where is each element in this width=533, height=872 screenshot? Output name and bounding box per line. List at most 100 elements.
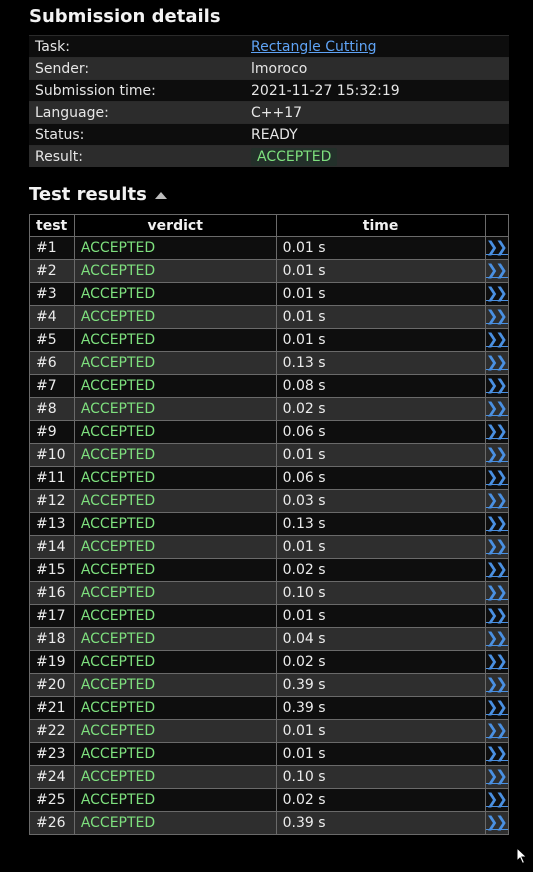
double-chevron-right-icon[interactable]: ❯❯ [485,263,508,278]
double-chevron-right-icon[interactable]: ❯❯ [485,746,508,761]
test-number: #7 [29,374,75,398]
double-chevron-right-icon[interactable]: ❯❯ [485,355,508,370]
details-label: Language: [29,101,245,124]
test-time: 0.13 s [275,512,486,536]
test-details-cell: ❯❯ [484,650,510,674]
test-row: #26 ACCEPTED 0.39 s ❯❯ [29,811,510,835]
double-chevron-right-icon[interactable]: ❯❯ [485,240,508,255]
test-row: #10 ACCEPTED 0.01 s ❯❯ [29,443,510,467]
test-row: #3 ACCEPTED 0.01 s ❯❯ [29,282,510,306]
test-number: #15 [29,558,75,582]
test-verdict: ACCEPTED [73,351,277,375]
test-row: #6 ACCEPTED 0.13 s ❯❯ [29,351,510,375]
language-value: C++17 [245,101,509,124]
test-details-cell: ❯❯ [484,604,510,628]
details-label: Result: [29,145,245,167]
test-number: #17 [29,604,75,628]
test-details-cell: ❯❯ [484,788,510,812]
test-verdict: ACCEPTED [73,673,277,697]
test-verdict: ACCEPTED [73,397,277,421]
test-verdict: ACCEPTED [73,650,277,674]
double-chevron-right-icon[interactable]: ❯❯ [485,332,508,347]
sender-value: lmoroco [245,57,509,80]
double-chevron-right-icon[interactable]: ❯❯ [485,516,508,531]
test-verdict: ACCEPTED [73,466,277,490]
test-row: #9 ACCEPTED 0.06 s ❯❯ [29,420,510,444]
test-verdict: ACCEPTED [73,581,277,605]
test-verdict: ACCEPTED [73,328,277,352]
test-verdict: ACCEPTED [73,282,277,306]
double-chevron-right-icon[interactable]: ❯❯ [485,562,508,577]
column-header-test: test [29,214,75,237]
test-number: #1 [29,236,75,260]
submission-time-value: 2021-11-27 15:32:19 [245,79,509,102]
test-time: 0.02 s [275,397,486,421]
double-chevron-right-icon[interactable]: ❯❯ [485,470,508,485]
test-verdict: ACCEPTED [73,604,277,628]
double-chevron-right-icon[interactable]: ❯❯ [485,723,508,738]
test-number: #21 [29,696,75,720]
double-chevron-right-icon[interactable]: ❯❯ [485,309,508,324]
double-chevron-right-icon[interactable]: ❯❯ [485,769,508,784]
test-details-cell: ❯❯ [484,742,510,766]
test-number: #3 [29,282,75,306]
double-chevron-right-icon[interactable]: ❯❯ [485,539,508,554]
test-results-toggle[interactable]: Test results [29,184,167,205]
details-row-result: Result: ACCEPTED [29,145,509,167]
test-time: 0.08 s [275,374,486,398]
test-details-cell: ❯❯ [484,259,510,283]
test-time: 0.02 s [275,558,486,582]
test-row: #20 ACCEPTED 0.39 s ❯❯ [29,673,510,697]
test-row: #8 ACCEPTED 0.02 s ❯❯ [29,397,510,421]
test-verdict: ACCEPTED [73,259,277,283]
test-number: #20 [29,673,75,697]
double-chevron-right-icon[interactable]: ❯❯ [485,401,508,416]
task-link[interactable]: Rectangle Cutting [251,39,376,55]
double-chevron-right-icon[interactable]: ❯❯ [485,286,508,301]
double-chevron-right-icon[interactable]: ❯❯ [485,585,508,600]
test-time: 0.39 s [275,673,486,697]
test-details-cell: ❯❯ [484,443,510,467]
caret-up-icon[interactable] [154,192,167,199]
submission-details-table: Task: Rectangle Cutting Sender: lmoroco … [29,35,509,167]
test-time: 0.01 s [275,305,486,329]
details-row-status: Status: READY [29,123,509,146]
test-verdict: ACCEPTED [73,765,277,789]
double-chevron-right-icon[interactable]: ❯❯ [485,608,508,623]
test-details-cell: ❯❯ [484,535,510,559]
test-verdict: ACCEPTED [73,512,277,536]
test-number: #19 [29,650,75,674]
test-time: 0.01 s [275,742,486,766]
test-details-cell: ❯❯ [484,328,510,352]
test-time: 0.01 s [275,443,486,467]
double-chevron-right-icon[interactable]: ❯❯ [485,815,508,830]
test-time: 0.03 s [275,489,486,513]
results-header-row: test verdict time [29,214,510,237]
double-chevron-right-icon[interactable]: ❯❯ [485,424,508,439]
test-number: #23 [29,742,75,766]
test-details-cell: ❯❯ [484,558,510,582]
test-time: 0.01 s [275,604,486,628]
test-number: #11 [29,466,75,490]
submission-details-heading: Submission details [29,6,221,27]
test-row: #4 ACCEPTED 0.01 s ❯❯ [29,305,510,329]
test-row: #5 ACCEPTED 0.01 s ❯❯ [29,328,510,352]
double-chevron-right-icon[interactable]: ❯❯ [485,677,508,692]
test-verdict: ACCEPTED [73,420,277,444]
test-time: 0.02 s [275,650,486,674]
double-chevron-right-icon[interactable]: ❯❯ [485,631,508,646]
double-chevron-right-icon[interactable]: ❯❯ [485,700,508,715]
test-details-cell: ❯❯ [484,420,510,444]
double-chevron-right-icon[interactable]: ❯❯ [485,447,508,462]
test-details-cell: ❯❯ [484,351,510,375]
test-details-cell: ❯❯ [484,489,510,513]
test-verdict: ACCEPTED [73,535,277,559]
submission-page: Submission details Task: Rectangle Cutti… [0,0,533,872]
double-chevron-right-icon[interactable]: ❯❯ [485,493,508,508]
test-results-table: test verdict time #1 ACCEPTED 0.01 s ❯❯ #2 AC… [29,214,510,835]
double-chevron-right-icon[interactable]: ❯❯ [485,378,508,393]
double-chevron-right-icon[interactable]: ❯❯ [485,654,508,669]
double-chevron-right-icon[interactable]: ❯❯ [485,792,508,807]
details-label: Status: [29,123,245,146]
test-row: #25 ACCEPTED 0.02 s ❯❯ [29,788,510,812]
